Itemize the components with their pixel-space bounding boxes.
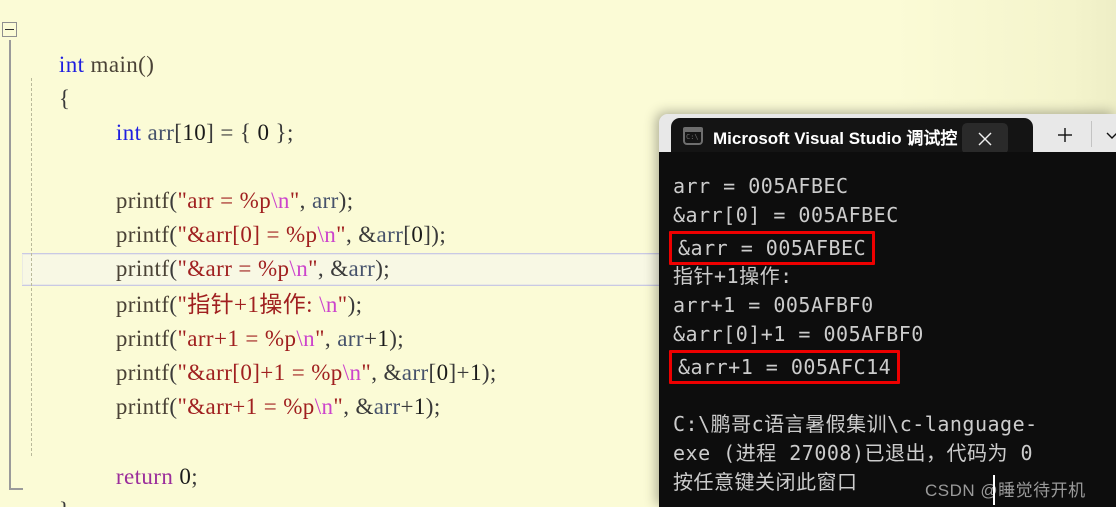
console-output-row-highlighted: &arr = 005AFBEC [667,230,1116,265]
code-line-2[interactable]: { [0,48,1116,111]
console-output-line-highlighted: &arr+1 = 005AFC14 [669,350,901,384]
console-output-row-highlighted: &arr+1 = 005AFC14 [667,349,1116,384]
tabstrip-divider [1091,121,1092,147]
console-tab-strip[interactable]: Microsoft Visual Studio 调试控 [659,114,1116,154]
console-output-line: arr = 005AFBEC [673,174,849,198]
console-output-line-highlighted: &arr = 005AFBEC [669,231,876,265]
screen-root: int main() { int arr[10] = { 0 }; printf… [0,0,1116,507]
console-output-line: 指针+1操作: [673,264,793,288]
new-tab-icon[interactable] [1051,122,1079,148]
csdn-watermark: CSDN @睡觉待开机 [925,481,1086,500]
chevron-down-icon[interactable] [1099,122,1116,148]
console-output-line: &arr[0] = 005AFBEC [673,203,899,227]
text-caret [993,475,995,505]
code-line-3[interactable]: int arr[10] = { 0 }; [0,82,1116,145]
close-icon[interactable] [962,123,1008,154]
console-output-line: arr+1 = 005AFBF0 [673,293,874,317]
console-window[interactable]: Microsoft Visual Studio 调试控 [659,114,1116,507]
code-line-1[interactable]: int main() [0,14,1116,77]
console-cmd-icon [683,127,703,145]
console-output-line: exe (进程 27008)已退出，代码为 0 [673,441,1034,465]
console-output-line: &arr[0]+1 = 005AFBF0 [673,322,924,346]
console-output-area[interactable]: arr = 005AFBEC &arr[0] = 005AFBEC &arr =… [659,152,1116,507]
console-output-blank-line [667,381,1116,410]
console-output-line: C:\鹏哥c语言暑假集训\c-language- [673,412,1038,436]
